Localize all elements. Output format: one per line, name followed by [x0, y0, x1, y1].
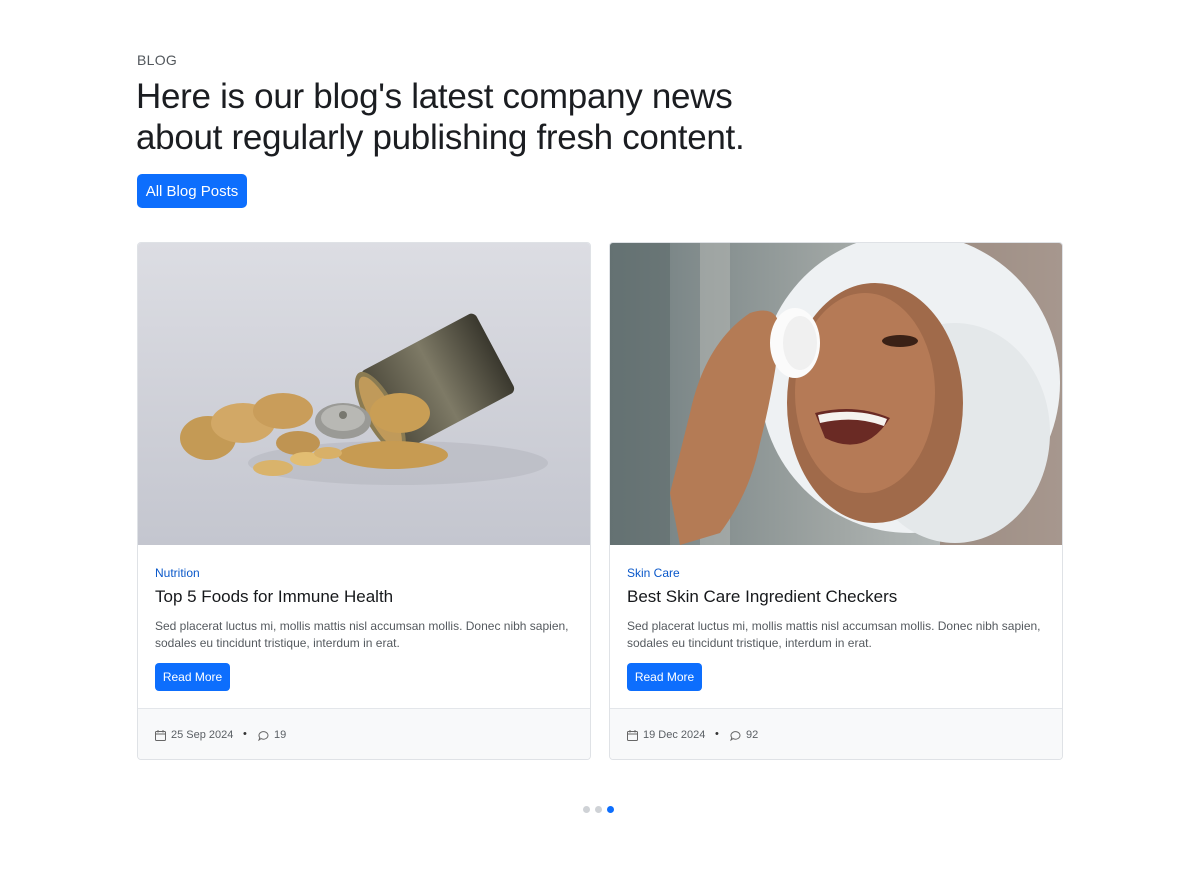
carousel-dot-1[interactable]	[583, 806, 590, 813]
carousel-pagination	[583, 806, 614, 813]
post-date: 25 Sep 2024	[155, 728, 233, 742]
post-date-text: 25 Sep 2024	[171, 729, 234, 741]
meta-separator: •	[243, 728, 247, 740]
calendar-icon	[155, 729, 166, 741]
read-more-button[interactable]: Read More	[627, 663, 702, 691]
post-comments: 19	[258, 728, 286, 742]
all-blog-posts-button[interactable]: All Blog Posts	[137, 174, 247, 208]
post-excerpt: Sed placerat luctus mi, mollis mattis ni…	[155, 619, 569, 650]
post-title[interactable]: Best Skin Care Ingredient Checkers	[627, 587, 897, 607]
carousel-dot-3[interactable]	[607, 806, 614, 813]
post-date: 19 Dec 2024	[627, 728, 705, 742]
post-excerpt: Sed placerat luctus mi, mollis mattis ni…	[627, 619, 1041, 650]
card-image-skincare[interactable]	[610, 243, 1062, 545]
card-image-ginger[interactable]	[138, 243, 590, 545]
card-footer: 25 Sep 2024 • 19	[138, 709, 590, 759]
comment-icon	[258, 730, 269, 741]
blog-card: Nutrition Top 5 Foods for Immune Health …	[137, 242, 591, 760]
blog-headline: Here is our blog's latest company news a…	[136, 77, 745, 157]
post-comments: 92	[730, 728, 758, 742]
card-footer: 19 Dec 2024 • 92	[610, 709, 1062, 759]
post-comments-count: 19	[274, 729, 287, 741]
post-category-link[interactable]: Nutrition	[155, 566, 200, 580]
meta-separator: •	[715, 728, 719, 740]
blog-card: Skin Care Best Skin Care Ingredient Chec…	[609, 242, 1063, 760]
calendar-icon	[627, 729, 638, 741]
comment-icon	[730, 730, 741, 741]
post-comments-count: 92	[746, 729, 759, 741]
read-more-button[interactable]: Read More	[155, 663, 230, 691]
post-category-link[interactable]: Skin Care	[627, 566, 680, 580]
carousel-dot-2[interactable]	[595, 806, 602, 813]
post-date-text: 19 Dec 2024	[643, 729, 706, 741]
blog-eyebrow: BLOG	[137, 52, 178, 68]
post-title[interactable]: Top 5 Foods for Immune Health	[155, 587, 393, 607]
